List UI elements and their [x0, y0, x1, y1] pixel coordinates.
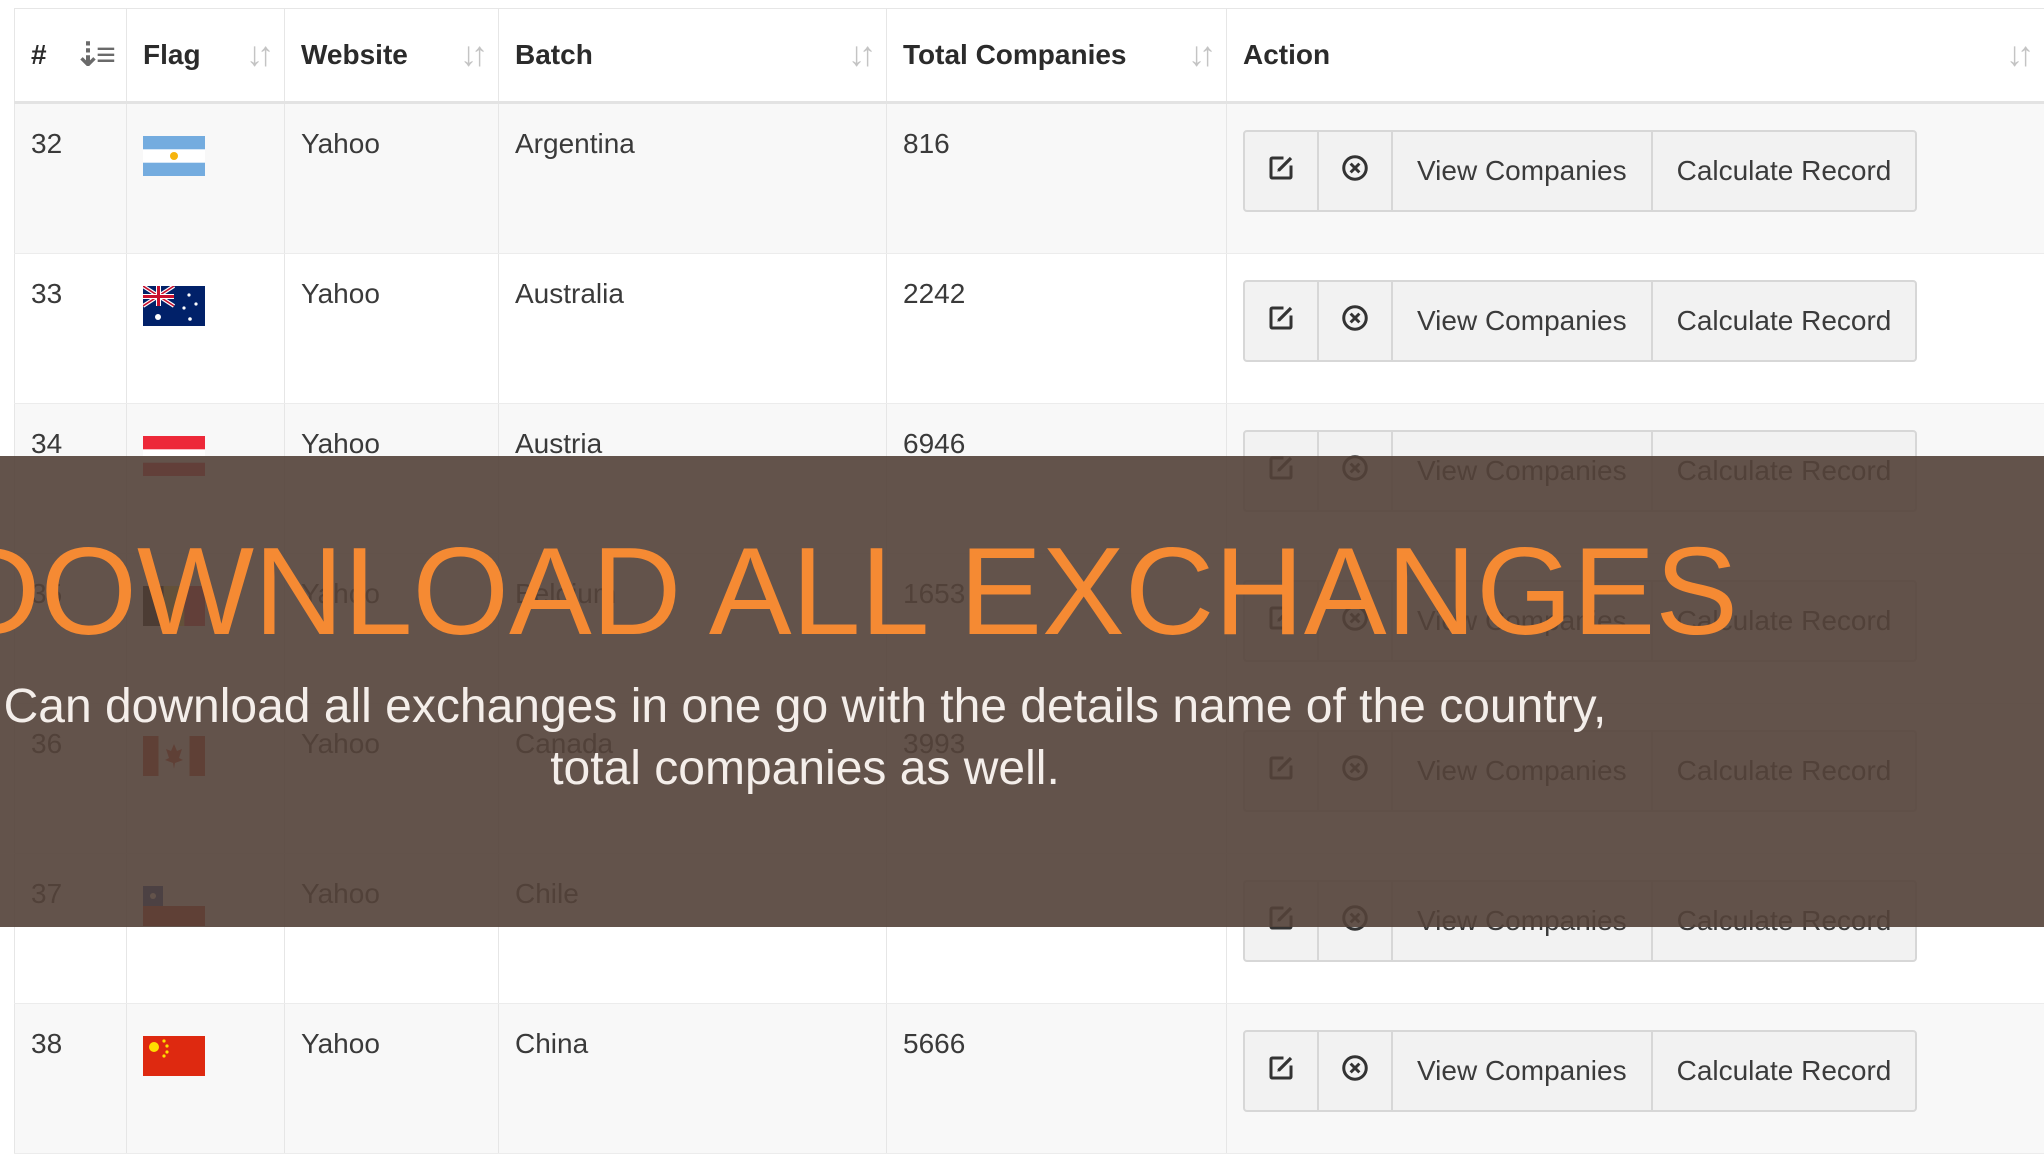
batch-cell: Australia [499, 254, 887, 404]
column-header-website[interactable]: Website↓↑ [285, 9, 499, 103]
delete-button[interactable] [1319, 132, 1393, 210]
sort-icon[interactable]: ↓↑ [246, 36, 268, 75]
website-cell: Yahoo [285, 254, 499, 404]
calculate-record-button[interactable]: Calculate Record [1653, 282, 1916, 360]
edit-icon [1266, 1053, 1296, 1090]
table-header-row: #⇣≡ Flag↓↑ Website↓↑ Batch↓↑ Total Compa… [15, 9, 2044, 103]
row-number: 38 [15, 1004, 127, 1154]
row-number: 32 [15, 103, 127, 254]
flag-australia-icon [143, 286, 268, 326]
overlay-subtitle: Can download all exchanges in one go wit… [0, 676, 1650, 800]
table-row: 32YahooArgentina816View CompaniesCalcula… [15, 103, 2044, 254]
action-button-group: View CompaniesCalculate Record [1243, 1030, 1917, 1112]
total-companies-cell: 5666 [887, 1004, 1227, 1154]
batch-cell: China [499, 1004, 887, 1154]
column-header-number[interactable]: #⇣≡ [15, 9, 127, 103]
flag-cell [127, 103, 285, 254]
delete-button[interactable] [1319, 1032, 1393, 1110]
edit-icon [1266, 153, 1296, 190]
view-companies-button[interactable]: View Companies [1393, 282, 1653, 360]
row-number: 33 [15, 254, 127, 404]
flag-cell [127, 1004, 285, 1154]
edit-button[interactable] [1245, 1032, 1319, 1110]
sort-icon[interactable]: ↓↑ [848, 36, 870, 75]
total-companies-cell: 2242 [887, 254, 1227, 404]
total-companies-cell: 816 [887, 103, 1227, 254]
edit-button[interactable] [1245, 132, 1319, 210]
column-header-total-companies[interactable]: Total Companies↓↑ [887, 9, 1227, 103]
column-header-action[interactable]: Action↓↑ [1227, 9, 2044, 103]
view-companies-button[interactable]: View Companies [1393, 132, 1653, 210]
close-circle-icon [1340, 153, 1370, 190]
sort-icon[interactable]: ↓↑ [1188, 36, 1210, 75]
edit-icon [1266, 303, 1296, 340]
overlay-title: DOWNLOAD ALL EXCHANGES [0, 530, 1738, 654]
website-cell: Yahoo [285, 1004, 499, 1154]
column-header-flag[interactable]: Flag↓↑ [127, 9, 285, 103]
table-row: 38YahooChina5666View CompaniesCalculate … [15, 1004, 2044, 1154]
calculate-record-button[interactable]: Calculate Record [1653, 132, 1916, 210]
table-row: 33YahooAustralia2242View CompaniesCalcul… [15, 254, 2044, 404]
action-cell: View CompaniesCalculate Record [1227, 103, 2044, 254]
flag-argentina-icon [143, 136, 268, 176]
delete-button[interactable] [1319, 282, 1393, 360]
action-cell: View CompaniesCalculate Record [1227, 254, 2044, 404]
action-button-group: View CompaniesCalculate Record [1243, 130, 1917, 212]
flag-china-icon [143, 1036, 268, 1076]
close-circle-icon [1340, 1053, 1370, 1090]
flag-cell [127, 254, 285, 404]
sort-icon[interactable]: ↓↑ [2006, 36, 2028, 75]
sort-icon[interactable]: ↓↑ [460, 36, 482, 75]
sort-desc-icon[interactable]: ⇣≡ [74, 35, 110, 75]
action-button-group: View CompaniesCalculate Record [1243, 280, 1917, 362]
edit-button[interactable] [1245, 282, 1319, 360]
batch-cell: Argentina [499, 103, 887, 254]
column-header-batch[interactable]: Batch↓↑ [499, 9, 887, 103]
view-companies-button[interactable]: View Companies [1393, 1032, 1653, 1110]
close-circle-icon [1340, 303, 1370, 340]
website-cell: Yahoo [285, 103, 499, 254]
calculate-record-button[interactable]: Calculate Record [1653, 1032, 1916, 1110]
action-cell: View CompaniesCalculate Record [1227, 1004, 2044, 1154]
